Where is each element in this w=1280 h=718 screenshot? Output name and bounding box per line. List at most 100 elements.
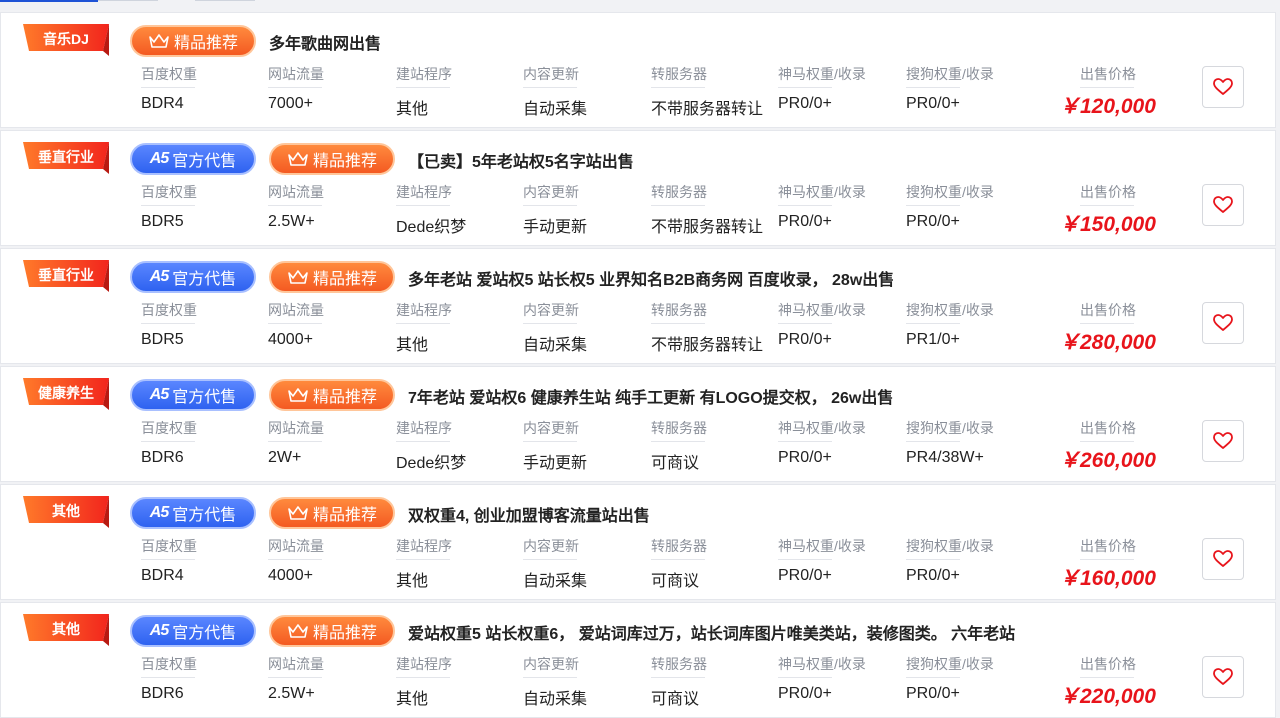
listing-title[interactable]: 7年老站 爱站权6 健康养生站 纯手工更新 有LOGO提交权， 26w出售 bbox=[408, 384, 893, 408]
listing-card[interactable]: 音乐DJ 精品推荐 多年歌曲网出售 百度权重 BDR4 网站流量 7000+ 建站程序 其他 内容… bbox=[0, 12, 1276, 128]
traffic-label: 网站流量 bbox=[268, 184, 324, 200]
sogou-label: 搜狗权重/收录 bbox=[906, 420, 994, 436]
server-label: 转服务器 bbox=[651, 184, 707, 200]
label-underline bbox=[523, 323, 577, 324]
listing-title[interactable]: 双权重4, 创业加盟博客流量站出售 bbox=[408, 502, 650, 526]
server-label: 转服务器 bbox=[651, 656, 707, 672]
crown-icon bbox=[149, 34, 169, 48]
program-value: 其他 bbox=[396, 691, 429, 708]
update-value: 手动更新 bbox=[523, 219, 588, 236]
favorite-button[interactable] bbox=[1202, 420, 1244, 462]
baidu-value: BDR6 bbox=[141, 449, 184, 466]
category-label: 健康养生 bbox=[38, 384, 94, 401]
a5-logo-icon: A5 bbox=[149, 386, 169, 403]
label-underline bbox=[268, 677, 322, 678]
price-label: 出售价格 bbox=[1080, 66, 1136, 82]
favorite-button[interactable] bbox=[1202, 66, 1244, 108]
traffic-label: 网站流量 bbox=[268, 302, 324, 318]
listing-card[interactable]: 其他 A5 官方代售 精品推荐 双权重4, 创业加盟博客流量站出售 百度权重 BDR4 网站流… bbox=[0, 484, 1276, 600]
favorite-button[interactable] bbox=[1202, 656, 1244, 698]
recommended-label: 精品推荐 bbox=[312, 153, 377, 170]
favorite-button[interactable] bbox=[1202, 538, 1244, 580]
listing-title[interactable]: 爱站权重5 站长权重6， 爱站词库过万，站长词库图片唯美类站，装修图类。 六年老… bbox=[408, 620, 1015, 644]
a5-logo-icon: A5 bbox=[149, 622, 169, 639]
server-label: 转服务器 bbox=[651, 420, 707, 436]
listing-card[interactable]: 健康养生 A5 官方代售 精品推荐 7年老站 爱站权6 健康养生站 纯手工更新 有LOG… bbox=[0, 366, 1276, 482]
update-label: 内容更新 bbox=[523, 656, 579, 672]
program-label: 建站程序 bbox=[396, 420, 452, 436]
official-agent-badge: A5 官方代售 bbox=[130, 379, 256, 411]
listing-title[interactable]: 多年歌曲网出售 bbox=[269, 30, 381, 54]
program-value: 其他 bbox=[396, 573, 429, 590]
label-underline bbox=[906, 323, 960, 324]
label-underline bbox=[651, 323, 705, 324]
baidu-label: 百度权重 bbox=[141, 66, 197, 82]
traffic-label: 网站流量 bbox=[268, 538, 324, 554]
category-tag[interactable]: 垂直行业 bbox=[23, 142, 109, 174]
listing-title[interactable]: 【已卖】5年老站权5名字站出售 bbox=[408, 148, 634, 172]
server-value: 不带服务器转让 bbox=[651, 101, 764, 118]
crown-icon bbox=[288, 506, 308, 520]
favorite-button[interactable] bbox=[1202, 184, 1244, 226]
label-underline bbox=[778, 205, 832, 206]
traffic-value: 7000+ bbox=[268, 95, 313, 112]
listing-card[interactable]: 垂直行业 A5 官方代售 精品推荐 多年老站 爱站权5 站长权5 业界知名B2B商务网 … bbox=[0, 248, 1276, 364]
label-underline bbox=[268, 441, 322, 442]
recommended-badge: 精品推荐 bbox=[130, 25, 256, 57]
label-underline bbox=[906, 205, 960, 206]
label-underline bbox=[523, 677, 577, 678]
label-underline bbox=[651, 677, 705, 678]
label-underline bbox=[651, 205, 705, 206]
label-underline bbox=[1080, 559, 1134, 560]
category-tag[interactable]: 音乐DJ bbox=[23, 24, 109, 56]
traffic-value: 2.5W+ bbox=[268, 213, 315, 230]
sogou-label: 搜狗权重/收录 bbox=[906, 656, 994, 672]
listing-title[interactable]: 多年老站 爱站权5 站长权5 业界知名B2B商务网 百度收录， 28w出售 bbox=[408, 266, 894, 290]
label-underline bbox=[1080, 441, 1134, 442]
heart-icon bbox=[1213, 196, 1233, 213]
official-agent-label: 官方代售 bbox=[172, 625, 237, 642]
label-underline bbox=[778, 323, 832, 324]
shenma-value: PR0/0+ bbox=[778, 331, 832, 348]
label-underline bbox=[141, 441, 195, 442]
official-agent-label: 官方代售 bbox=[172, 507, 237, 524]
crown-icon bbox=[288, 624, 308, 638]
baidu-label: 百度权重 bbox=[141, 184, 197, 200]
official-agent-label: 官方代售 bbox=[172, 389, 237, 406]
sogou-label: 搜狗权重/收录 bbox=[906, 184, 994, 200]
price-label: 出售价格 bbox=[1080, 302, 1136, 318]
label-underline bbox=[778, 441, 832, 442]
category-tag[interactable]: 垂直行业 bbox=[23, 260, 109, 292]
recommended-label: 精品推荐 bbox=[312, 507, 377, 524]
shenma-value: PR0/0+ bbox=[778, 213, 832, 230]
label-underline bbox=[396, 441, 450, 442]
category-tag[interactable]: 其他 bbox=[23, 496, 109, 528]
top-tab-strip bbox=[0, 0, 1280, 12]
price-value: ￥150,000 bbox=[1059, 213, 1156, 236]
traffic-value: 2W+ bbox=[268, 449, 302, 466]
label-underline bbox=[523, 205, 577, 206]
favorite-button[interactable] bbox=[1202, 302, 1244, 344]
crown-icon bbox=[288, 152, 308, 166]
category-tag[interactable]: 健康养生 bbox=[23, 378, 109, 410]
server-label: 转服务器 bbox=[651, 538, 707, 554]
baidu-value: BDR5 bbox=[141, 213, 184, 230]
recommended-badge: 精品推荐 bbox=[269, 379, 395, 411]
price-label: 出售价格 bbox=[1080, 420, 1136, 436]
category-label: 垂直行业 bbox=[38, 148, 94, 165]
listing-card[interactable]: 垂直行业 A5 官方代售 精品推荐 【已卖】5年老站权5名字站出售 百度权重 BDR5 网站流… bbox=[0, 130, 1276, 246]
official-agent-badge: A5 官方代售 bbox=[130, 261, 256, 293]
traffic-value: 4000+ bbox=[268, 331, 313, 348]
program-value: 其他 bbox=[396, 337, 429, 354]
label-underline bbox=[141, 205, 195, 206]
listing-card[interactable]: 其他 A5 官方代售 精品推荐 爱站权重5 站长权重6， 爱站词库过万，站长词库图片唯美… bbox=[0, 602, 1276, 718]
a5-logo-icon: A5 bbox=[149, 268, 169, 285]
program-value: Dede织梦 bbox=[396, 219, 467, 236]
category-tag[interactable]: 其他 bbox=[23, 614, 109, 646]
server-value: 不带服务器转让 bbox=[651, 337, 764, 354]
recommended-label: 精品推荐 bbox=[312, 271, 377, 288]
shenma-label: 神马权重/收录 bbox=[778, 420, 866, 436]
update-value: 自动采集 bbox=[523, 337, 588, 354]
label-underline bbox=[141, 677, 195, 678]
crown-icon bbox=[288, 270, 308, 284]
